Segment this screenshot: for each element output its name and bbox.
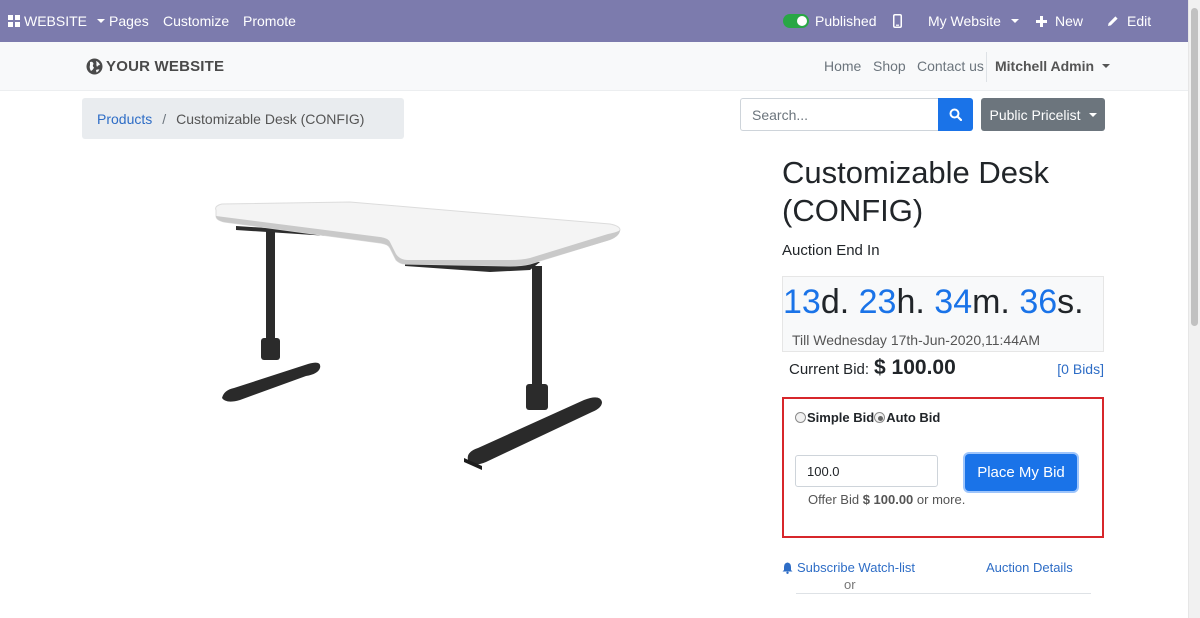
apps-grid-icon (8, 15, 20, 27)
countdown-timer: 13d. 23h. 34m. 36s. (783, 283, 1084, 322)
my-website-label: My Website (928, 13, 1001, 29)
simple-bid-radio[interactable] (795, 412, 806, 423)
countdown-hours: 23 (858, 283, 897, 321)
nav-divider (986, 52, 987, 82)
site-logo[interactable]: YOUR WEBSITE (86, 58, 224, 75)
offer-hint: Offer Bid $ 100.00 or more. (808, 492, 965, 507)
customize-menu-label: Customize (163, 13, 230, 29)
new-label: New (1055, 13, 1084, 29)
desk-image (215, 201, 621, 470)
current-bid-row: Current Bid: $ 100.00 [0 Bids] (789, 356, 1104, 380)
nav-link-contact-us[interactable]: Contact us (917, 58, 984, 74)
pricelist-label: Public Pricelist (989, 106, 1081, 123)
site-header: YOUR WEBSITE Home Shop Contact us Mitche… (0, 42, 1188, 91)
countdown-seconds-unit: s. (1057, 283, 1084, 321)
auction-end-label: Auction End In (782, 242, 880, 259)
countdown-minutes-unit: m. (972, 283, 1020, 321)
breadcrumb-separator: / (162, 110, 167, 127)
website-menu-label: WEBSITE (24, 13, 88, 29)
countdown-days-unit: d. (820, 283, 859, 321)
auto-bid-label[interactable]: Auto Bid (886, 410, 940, 425)
pricelist-dropdown[interactable]: Public Pricelist (981, 98, 1105, 131)
toggle-switch-icon (783, 14, 809, 28)
countdown-minutes: 34 (934, 283, 973, 321)
auto-bid-radio[interactable] (874, 412, 886, 423)
auction-countdown: 13d. 23h. 34m. 36s. Till Wednesday 17th-… (782, 276, 1104, 352)
edit-button[interactable]: Edit (1107, 0, 1151, 42)
bids-count-link[interactable]: [0 Bids] (1057, 361, 1104, 377)
bid-form: Simple Bid Auto Bid 100.0 Place My Bid O… (782, 397, 1104, 538)
offer-suffix: or more. (916, 492, 966, 507)
countdown-hours-unit: h. (896, 283, 935, 321)
plus-icon (1036, 15, 1047, 27)
chevron-down-icon (1088, 112, 1097, 117)
chevron-down-icon (97, 19, 106, 23)
divider (796, 593, 1091, 594)
globe-icon (86, 58, 103, 75)
breadcrumb-products-link[interactable]: Products (97, 111, 152, 127)
search-placeholder: Search... (752, 106, 809, 123)
new-content-button[interactable]: New (1036, 0, 1083, 42)
offer-amount: $ 100.00 (862, 492, 914, 507)
search-icon (949, 108, 962, 121)
bid-amount-input[interactable]: 100.0 (795, 455, 938, 487)
offer-prefix: Offer Bid (808, 492, 860, 507)
chevron-down-icon (1010, 19, 1019, 23)
page-scrollbar[interactable] (1188, 0, 1200, 618)
bell-icon (782, 562, 793, 574)
user-name: Mitchell Admin (995, 58, 1095, 74)
or-separator: or (844, 577, 856, 592)
current-bid-label: Current Bid: (789, 361, 870, 378)
promote-menu[interactable]: Promote (243, 0, 296, 42)
nav-link-shop[interactable]: Shop (873, 58, 906, 74)
nav-link-home[interactable]: Home (824, 58, 861, 74)
website-menu[interactable]: WEBSITE (8, 0, 106, 42)
breadcrumb-current: Customizable Desk (CONFIG) (176, 110, 365, 127)
countdown-seconds: 36 (1019, 283, 1058, 321)
logo-text: YOUR WEBSITE (106, 58, 225, 75)
place-bid-label: Place My Bid (977, 464, 1065, 481)
promote-menu-label: Promote (243, 13, 296, 29)
scrollbar-thumb[interactable] (1191, 8, 1198, 326)
pages-menu[interactable]: Pages (109, 0, 149, 42)
search-button[interactable] (938, 98, 973, 131)
place-bid-button[interactable]: Place My Bid (965, 454, 1077, 491)
my-website-menu[interactable]: My Website (928, 0, 1019, 42)
current-bid-value: $ 100.00 (874, 356, 956, 379)
customize-menu[interactable]: Customize (163, 0, 229, 42)
countdown-days: 13 (783, 283, 821, 321)
watchlist-label: Subscribe Watch-list (797, 560, 915, 575)
published-toggle[interactable]: Published (783, 0, 877, 42)
bid-type-radios: Simple Bid Auto Bid (795, 410, 940, 425)
simple-bid-label[interactable]: Simple Bid (807, 410, 874, 425)
published-label: Published (815, 13, 877, 29)
search-input[interactable]: Search... (740, 98, 938, 131)
auction-end-date: Till Wednesday 17th-Jun-2020,11:44AM (792, 332, 1040, 348)
pages-menu-label: Pages (109, 13, 149, 29)
pencil-icon (1108, 16, 1118, 26)
subscribe-watchlist-link[interactable]: Subscribe Watch-list (782, 560, 915, 575)
mobile-preview-button[interactable] (893, 0, 902, 42)
edit-label: Edit (1127, 13, 1152, 29)
bid-amount-value: 100.0 (807, 463, 840, 479)
auction-details-link[interactable]: Auction Details (986, 560, 1073, 575)
mobile-phone-icon (893, 14, 902, 28)
website-admin-bar: WEBSITE Pages Customize Promote Publishe… (0, 0, 1188, 42)
user-menu[interactable]: Mitchell Admin (995, 58, 1111, 74)
product-title: Customizable Desk (CONFIG) (782, 155, 1050, 228)
breadcrumb: Products / Customizable Desk (CONFIG) (82, 98, 404, 139)
chevron-down-icon (1102, 64, 1111, 68)
